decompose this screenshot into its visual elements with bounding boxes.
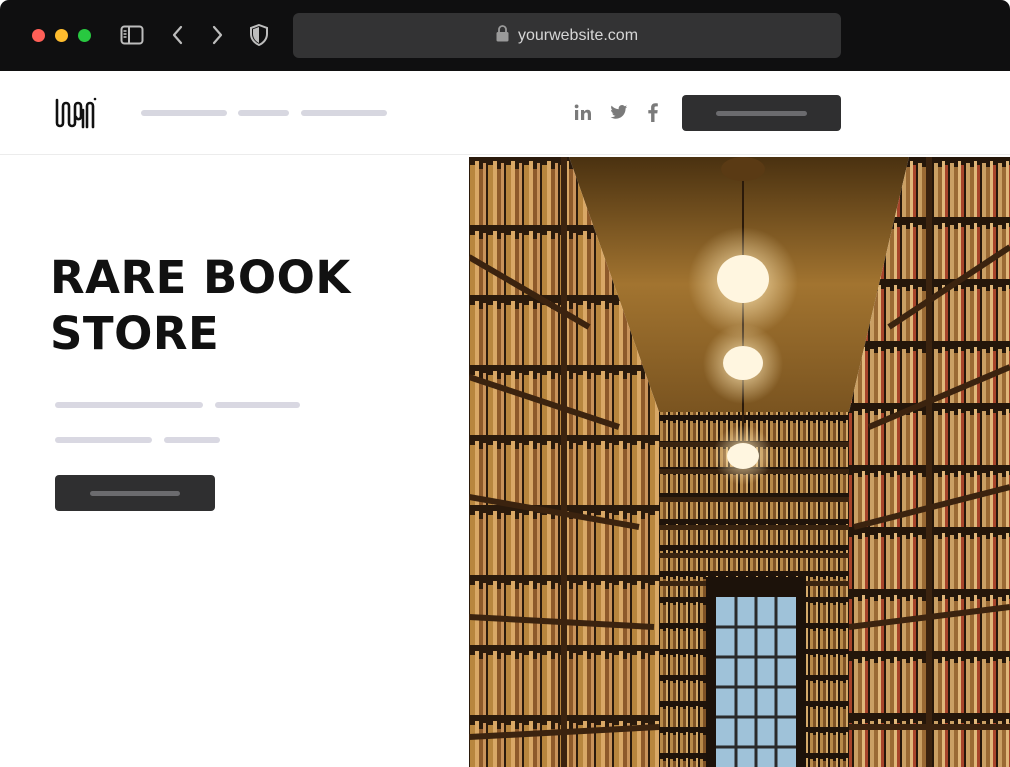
title-line-2: STORE xyxy=(50,307,220,360)
text-placeholder xyxy=(215,402,300,408)
shield-icon[interactable] xyxy=(246,22,272,48)
sidebar-toggle-icon[interactable] xyxy=(119,22,145,48)
back-chevron-icon[interactable] xyxy=(165,22,191,48)
twitter-icon[interactable] xyxy=(609,102,629,122)
text-placeholder xyxy=(164,437,220,443)
nav-link-placeholder[interactable] xyxy=(141,110,227,116)
text-placeholder xyxy=(55,402,203,408)
hero-cta-button[interactable] xyxy=(55,475,215,511)
linkedin-icon[interactable] xyxy=(573,102,593,122)
lock-icon xyxy=(496,24,509,47)
page-title: RARE BOOK STORE xyxy=(50,250,450,362)
address-bar[interactable]: yourwebsite.com xyxy=(293,13,841,58)
forward-chevron-icon[interactable] xyxy=(204,22,230,48)
nav-link-placeholder[interactable] xyxy=(301,110,387,116)
minimize-window-button[interactable] xyxy=(55,29,68,42)
maximize-window-button[interactable] xyxy=(78,29,91,42)
logo[interactable] xyxy=(54,96,98,130)
url-text: yourwebsite.com xyxy=(517,26,639,44)
browser-toolbar: yourwebsite.com xyxy=(0,0,1010,71)
facebook-icon[interactable] xyxy=(643,102,663,122)
title-line-1: RARE BOOK xyxy=(50,251,351,304)
header-cta-button[interactable] xyxy=(682,95,841,131)
text-placeholder xyxy=(55,437,152,443)
library-bookshelves-photo xyxy=(469,157,1010,767)
close-window-button[interactable] xyxy=(32,29,45,42)
nav-link-placeholder[interactable] xyxy=(238,110,289,116)
button-label-placeholder xyxy=(90,491,180,496)
button-label-placeholder xyxy=(716,111,807,116)
